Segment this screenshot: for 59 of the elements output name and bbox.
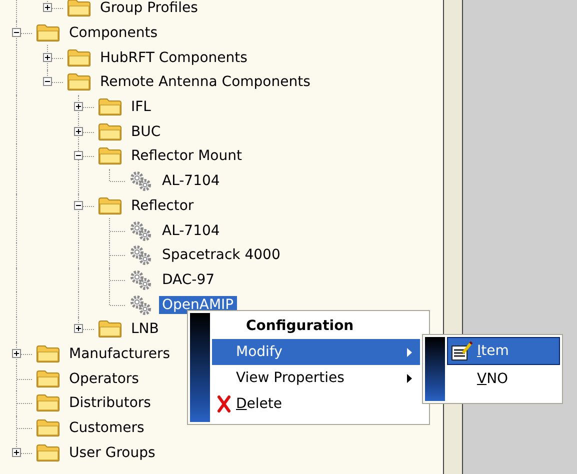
tree-item[interactable]: Customers — [66, 419, 148, 438]
expand-button[interactable] — [43, 52, 52, 62]
collapse-button[interactable] — [74, 200, 83, 210]
collapse-button[interactable] — [74, 151, 83, 160]
expand-button[interactable] — [74, 102, 83, 112]
folder-icon — [36, 370, 60, 388]
tree-item[interactable]: LNB — [128, 320, 162, 338]
expand-button[interactable] — [74, 126, 83, 136]
folder-icon — [98, 98, 122, 116]
tree-item[interactable]: BUC — [128, 122, 164, 141]
menu-item[interactable]: Delete — [212, 391, 420, 417]
delete-icon — [216, 395, 232, 413]
tree-item[interactable]: Reflector — [128, 196, 197, 215]
menu-sidebar — [425, 337, 445, 401]
tree-item[interactable]: Components — [66, 24, 161, 42]
folder-icon — [36, 444, 60, 462]
gears-icon — [129, 170, 153, 192]
tree-item[interactable]: Spacetrack 4000 — [159, 246, 284, 264]
tree-item[interactable]: Reflector Mount — [128, 147, 245, 166]
gears-icon — [129, 244, 153, 266]
submenu-arrow-icon — [407, 374, 412, 382]
folder-icon — [36, 24, 60, 42]
folder-icon — [98, 122, 122, 141]
tree-item[interactable]: IFL — [128, 98, 154, 116]
tree-item[interactable]: Remote Antenna Components — [97, 73, 314, 92]
edit-icon — [451, 341, 473, 361]
tree-item[interactable]: Manufacturers — [66, 344, 174, 363]
tree-item[interactable]: DAC-97 — [159, 270, 218, 289]
folder-icon — [67, 73, 91, 92]
expand-button[interactable] — [12, 348, 21, 358]
expand-button[interactable] — [74, 324, 83, 334]
tree-item[interactable]: User Groups — [66, 444, 158, 462]
tree-item[interactable]: Distributors — [66, 394, 154, 412]
expand-button[interactable] — [12, 448, 21, 457]
menu-item[interactable]: View Properties — [212, 365, 420, 391]
folder-icon — [36, 344, 60, 363]
folder-icon — [98, 147, 122, 166]
tree-item[interactable]: AL-7104 — [159, 222, 223, 240]
tree-item[interactable]: Group Profiles — [97, 0, 201, 18]
menu-item[interactable]: VNO — [447, 365, 560, 393]
collapse-button[interactable] — [12, 28, 21, 38]
gears-icon — [129, 268, 153, 291]
gears-icon — [129, 294, 153, 316]
folder-icon — [67, 48, 91, 67]
tree-item[interactable]: AL-7104 — [159, 172, 223, 190]
submenu-arrow-icon — [407, 348, 412, 356]
folder-icon — [36, 394, 60, 412]
expand-button[interactable] — [43, 3, 52, 12]
menu-title: Configuration — [245, 317, 355, 336]
folder-icon — [36, 419, 60, 438]
collapse-button[interactable] — [43, 77, 52, 86]
menu-item[interactable]: Modify — [212, 339, 420, 365]
folder-icon — [98, 320, 122, 338]
folder-icon — [67, 0, 91, 18]
menu-item[interactable]: Item — [447, 337, 560, 365]
gears-icon — [129, 220, 153, 242]
tree-item[interactable]: HubRFT Components — [97, 48, 250, 67]
folder-icon — [98, 196, 122, 215]
tree-item[interactable]: Operators — [66, 370, 142, 388]
